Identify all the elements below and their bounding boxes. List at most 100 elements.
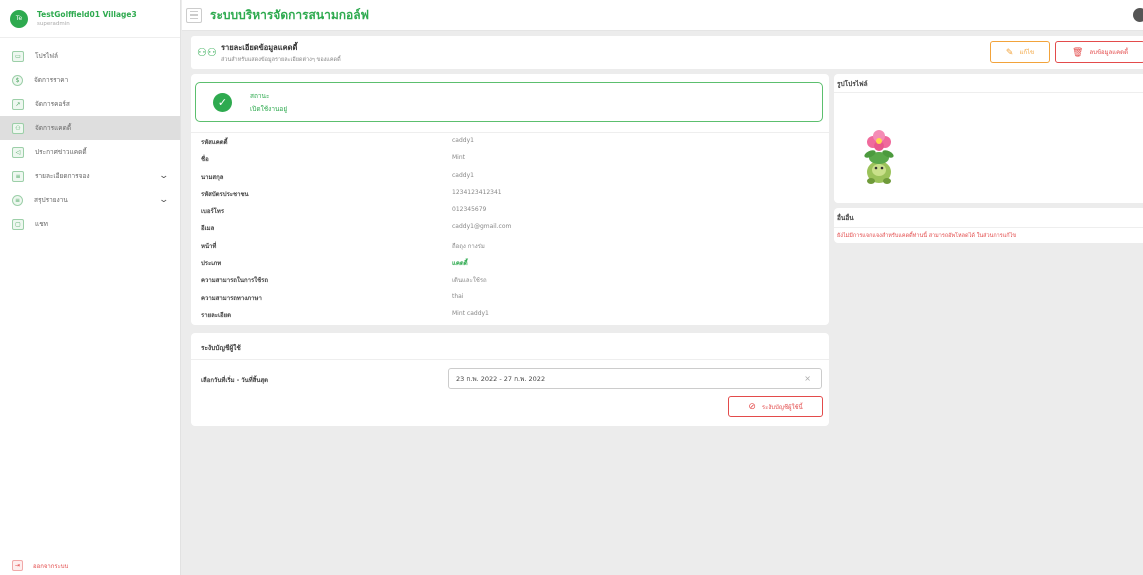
divider — [191, 359, 829, 360]
clear-icon[interactable]: × — [804, 374, 811, 383]
sidebar-item-label: รายละเอียดการจอง — [35, 172, 90, 180]
detail-row: รหัสแคดดี้ caddy1 — [191, 133, 829, 150]
logout-icon: ⇥ — [12, 560, 23, 571]
suspend-account-card: ระงับบัญชีผู้ใช้ เลือกวันที่เริ่ม - วันท… — [191, 333, 829, 426]
suspend-button-label: ระงับบัญชีผู้ใช้นี้ — [761, 404, 803, 411]
status-value: เปิดใช้งานอยู่ — [250, 104, 288, 113]
detail-row: นามสกุล caddy1 — [191, 168, 829, 185]
suspend-account-button[interactable]: ⊘ ระงับบัญชีผู้ใช้นี้ — [728, 396, 823, 417]
detail-value: แคดดี้ — [452, 260, 468, 268]
sidebar-item-bookings[interactable]: ≡ รายละเอียดการจอง ⌄ — [0, 164, 180, 188]
delete-button-label: ลบข้อมูลแคดดี้ — [1089, 50, 1128, 56]
sidebar-nav: ▭ โปรไฟล์ $ จัดการราคา ↗ จัดการคอร์ส ⚇ จ… — [0, 38, 180, 236]
sidebar-item-label: จัดการแคดดี้ — [35, 124, 72, 132]
status-box: ✓ สถานะ เปิดใช้งานอยู่ — [195, 82, 823, 122]
block-icon: ⊘ — [748, 401, 756, 411]
sidebar-item-profile[interactable]: ▭ โปรไฟล์ — [0, 44, 180, 68]
detail-value: 012345679 — [452, 206, 487, 214]
caddy-details-card: ✓ สถานะ เปิดใช้งานอยู่ รหัสแคดดี้ caddy1 … — [191, 74, 829, 325]
detail-value: caddy1 — [452, 137, 474, 144]
detail-key: อีเมล — [201, 225, 215, 233]
edit-button[interactable]: ✎ แก้ไข — [990, 41, 1050, 63]
detail-key: รหัสบัตรประชาชน — [201, 190, 249, 198]
logout-label: ออกจากระบบ — [33, 562, 69, 570]
profile-photo-card: รูปโปรไฟล์ — [834, 74, 1143, 203]
chat-icon: ▢ — [12, 218, 24, 230]
detail-value: ถือถุง กางร่ม — [452, 242, 485, 250]
sidebar-item-caddies[interactable]: ⚇ จัดการแคดดี้ — [0, 116, 180, 140]
detail-row: ประเภท แคดดี้ — [191, 254, 829, 271]
page-header: ⚇⚇ รายละเอียดข้อมูลแคดดี้ ส่วนสำหรับแสดง… — [191, 36, 1143, 69]
id-card-icon: ▭ — [12, 50, 24, 62]
page-subtitle: ส่วนสำหรับแสดงข้อมูลรายละเอียดต่างๆ ของแ… — [221, 56, 341, 63]
chevron-down-icon[interactable]: ⌄ — [159, 195, 170, 205]
theme-toggle-icon[interactable] — [1133, 8, 1143, 22]
detail-value: caddy1 — [452, 171, 474, 179]
delete-caddy-button[interactable]: 🗑 ลบข้อมูลแคดดี้ — [1055, 41, 1143, 63]
suspend-title: ระงับบัญชีผู้ใช้ — [201, 344, 241, 352]
brand: Te TestGolffield01 Village3 superadmin — [0, 0, 180, 38]
details-list: รหัสแคดดี้ caddy1 ชื่อ Mint นามสกุล caddy1 … — [191, 132, 829, 323]
date-range-input[interactable]: 23 ก.พ. 2022 - 27 ก.พ. 2022 × — [448, 368, 822, 389]
detail-row: อีเมล caddy1@gmail.com — [191, 219, 829, 236]
detail-row: หน้าที่ ถือถุง กางร่ม — [191, 237, 829, 254]
profile-image — [864, 130, 894, 184]
sidebar-item-label: แชท — [35, 220, 48, 228]
detail-value: เดินและใช้รถ — [452, 277, 487, 285]
detail-key: เบอร์โทร — [201, 208, 225, 216]
other-title: อื่นอื่น — [837, 214, 854, 222]
detail-row: ความสามารถในการใช้รถ เดินและใช้รถ — [191, 271, 829, 288]
detail-key: รหัสแคดดี้ — [201, 139, 228, 146]
profile-photo-title: รูปโปรไฟล์ — [837, 80, 868, 88]
detail-value: Mint — [452, 154, 465, 162]
detail-key: ประเภท — [201, 260, 222, 268]
other-note: ยังไม่มีการแจกแจงสำหรับแคดดี้ท่านนี้ สาม… — [837, 233, 1017, 239]
edit-icon: ✎ — [1005, 46, 1014, 57]
divider — [834, 92, 1143, 93]
brand-name: TestGolffield01 Village3 — [37, 10, 137, 19]
hamburger-menu-icon[interactable] — [186, 7, 202, 23]
edit-button-label: แก้ไข — [1019, 50, 1035, 56]
check-circle-icon: ✓ — [213, 92, 232, 112]
list-icon: ≡ — [12, 170, 24, 182]
sidebar-item-label: จัดการราคา — [34, 76, 69, 84]
megaphone-icon: ◁ — [12, 146, 24, 158]
sidebar-item-label: ประกาศข่าวแคดดี้ — [35, 148, 87, 156]
chevron-down-icon[interactable]: ⌄ — [159, 171, 170, 181]
other-info-card: อื่นอื่น ยังไม่มีการแจกแจงสำหรับแคดดี้ท่… — [834, 208, 1143, 243]
detail-key: ชื่อ — [201, 156, 209, 164]
sidebar-item-reports[interactable]: ≡ สรุปรายงาน ⌄ — [0, 188, 180, 212]
brand-role: superadmin — [37, 21, 70, 27]
sidebar-item-label: จัดการคอร์ส — [35, 100, 70, 108]
sidebar-item-label: โปรไฟล์ — [35, 52, 58, 60]
trash-icon: 🗑 — [1072, 46, 1084, 57]
detail-row: เบอร์โทร 012345679 — [191, 202, 829, 219]
detail-key: รายละเอียด — [201, 311, 232, 319]
detail-key: ความสามารถในการใช้รถ — [201, 277, 269, 285]
sidebar-item-courses[interactable]: ↗ จัดการคอร์ส — [0, 92, 180, 116]
detail-key: หน้าที่ — [201, 242, 217, 250]
detail-value: 1234123412341 — [452, 188, 502, 196]
sidebar-item-pricing[interactable]: $ จัดการราคา — [0, 68, 180, 92]
detail-row: ความสามารถทางภาษา thai — [191, 289, 829, 306]
detail-value: thai — [452, 292, 464, 300]
page-title: รายละเอียดข้อมูลแคดดี้ — [221, 42, 298, 52]
app-title: ระบบบริหารจัดการสนามกอล์ฟ — [210, 7, 370, 22]
price-icon: $ — [12, 74, 23, 86]
detail-key: ความสามารถทางภาษา — [201, 294, 262, 302]
sidebar-item-label: สรุปรายงาน — [34, 196, 68, 204]
detail-key: นามสกุล — [201, 173, 224, 181]
detail-value: Mint caddy1 — [452, 309, 489, 317]
people-icon: ⚇⚇ — [197, 45, 217, 59]
detail-row: รหัสบัตรประชาชน 1234123412341 — [191, 185, 829, 202]
sidebar-item-announcements[interactable]: ◁ ประกาศข่าวแคดดี้ — [0, 140, 180, 164]
divider — [834, 227, 1143, 228]
avatar: Te — [10, 9, 28, 28]
detail-row: ชื่อ Mint — [191, 150, 829, 167]
detail-row: รายละเอียด Mint caddy1 — [191, 306, 829, 323]
topbar: ระบบบริหารจัดการสนามกอล์ฟ — [182, 0, 1143, 31]
status-label: สถานะ — [250, 91, 270, 100]
detail-value: caddy1@gmail.com — [452, 223, 512, 231]
sidebar-item-chat[interactable]: ▢ แชท — [0, 212, 180, 236]
logout-button[interactable]: ⇥ ออกจากระบบ — [12, 560, 68, 571]
